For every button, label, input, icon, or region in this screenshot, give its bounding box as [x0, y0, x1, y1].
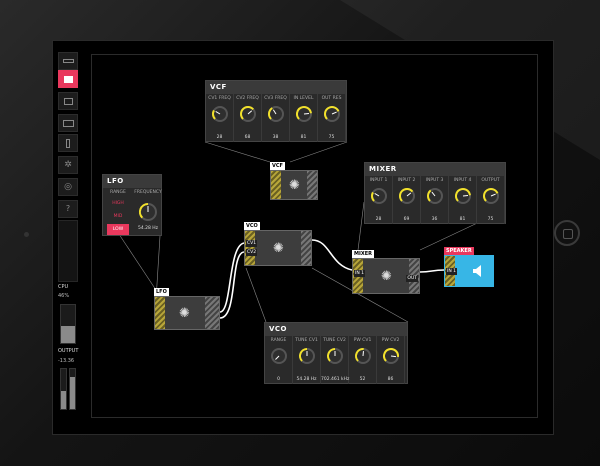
- lfo-frequency-knob[interactable]: [138, 202, 158, 222]
- lfo-node-tag: LFO: [154, 288, 169, 296]
- mixer-param-value: 75: [487, 217, 494, 222]
- vco-knob[interactable]: [298, 347, 316, 365]
- mixer-param-label: INPUT 2: [397, 178, 416, 183]
- vcf-node[interactable]: ✺: [270, 170, 318, 200]
- vco-param-label: TUNE CV1: [295, 338, 318, 343]
- vcf-knob[interactable]: [295, 105, 313, 123]
- vcf-param-value: 81: [300, 135, 307, 140]
- vcf-param-value: 38: [272, 135, 279, 140]
- vco-port-cv1[interactable]: CV1: [246, 240, 258, 247]
- vco-param-value: 54.28 Hz: [296, 377, 317, 382]
- vco-param-value: 702.461 kHz: [321, 377, 350, 382]
- mixer-title: MIXER: [365, 163, 505, 176]
- vcf-param-label: CV2 FREQ: [236, 96, 259, 101]
- mixer-param-label: INPUT 3: [425, 178, 444, 183]
- vco-param-label: PW CV1: [353, 338, 372, 343]
- vco-param-label: RANGE: [270, 338, 287, 343]
- speaker-port-in1[interactable]: IN 1: [446, 268, 457, 275]
- mixer-param-label: INPUT 4: [453, 178, 472, 183]
- lfo-panel: LFO RANGE FREQUENCY HIGH MID LOW 54.28 H…: [102, 174, 162, 236]
- lfo-node[interactable]: ✺: [154, 296, 220, 330]
- vcf-panel: VCF CV1 FREQ 28 CV2 FREQ 68 CV3 FREQ 38 IN LEV…: [205, 80, 347, 142]
- mixer-knob[interactable]: [454, 187, 472, 205]
- vco-param-3: PW CV1 52: [349, 336, 377, 384]
- vco-node-tag: VCO: [244, 222, 260, 230]
- mixer-node[interactable]: ✺ IN 1 OUT: [352, 258, 420, 294]
- vcf-node-tag: VCF: [270, 162, 285, 170]
- speaker-icon: [473, 265, 481, 277]
- vcf-param-1: CV2 FREQ 68: [234, 94, 262, 142]
- vco-title: VCO: [265, 323, 407, 336]
- vcf-param-value: 28: [216, 135, 223, 140]
- vcf-knob[interactable]: [267, 105, 285, 123]
- vcf-knob[interactable]: [239, 105, 257, 123]
- vcf-param-3: IN LEVEL 81: [290, 94, 318, 142]
- mixer-param-1: INPUT 2 69: [393, 176, 421, 224]
- speaker-tag: SPEAKER: [444, 247, 474, 255]
- vco-param-value: 0: [277, 377, 280, 382]
- mixer-node-tag: MIXER: [352, 250, 374, 258]
- mixer-port-in1[interactable]: IN 1: [354, 270, 365, 277]
- vcf-knob[interactable]: [323, 105, 341, 123]
- vco-param-label: PW CV2: [381, 338, 400, 343]
- mixer-param-label: OUTPUT: [481, 178, 500, 183]
- vcf-param-label: OUT RES: [321, 96, 342, 101]
- vcf-param-value: 68: [244, 135, 251, 140]
- mixer-param-label: INPUT 1: [369, 178, 388, 183]
- lfo-frequency-value: 54.28 Hz: [137, 226, 159, 231]
- lfo-gear-icon[interactable]: ✺: [179, 307, 190, 320]
- vcf-param-label: CV1 FREQ: [208, 96, 231, 101]
- vcf-gear-icon[interactable]: ✺: [289, 179, 300, 192]
- vco-knob[interactable]: [326, 347, 344, 365]
- vco-param-1: TUNE CV1 54.28 Hz: [293, 336, 321, 384]
- vco-gear-icon[interactable]: ✺: [273, 242, 284, 255]
- vco-param-value: 86: [387, 377, 394, 382]
- vcf-param-0: CV1 FREQ 28: [206, 94, 234, 142]
- vcf-param-2: CV3 FREQ 38: [262, 94, 290, 142]
- vco-panel: VCO RANGE 0 TUNE CV1 54.28 Hz TUNE CV2 702.46…: [264, 322, 408, 384]
- vcf-param-label: CV3 FREQ: [264, 96, 287, 101]
- vcf-knob[interactable]: [211, 105, 229, 123]
- mixer-param-2: INPUT 3 36: [421, 176, 449, 224]
- vco-param-value: 52: [359, 377, 366, 382]
- tablet-frame: ✲ ◎ ? CPU 46% OUTPUT -13.36 VCF CV1 FREQ…: [0, 0, 600, 466]
- mixer-param-value: 28: [375, 217, 382, 222]
- mixer-knob[interactable]: [426, 187, 444, 205]
- lfo-range-low[interactable]: LOW: [107, 224, 129, 235]
- vco-param-label: TUNE CV2: [323, 338, 346, 343]
- mixer-port-out[interactable]: OUT: [406, 275, 418, 282]
- mixer-knob[interactable]: [370, 187, 388, 205]
- lfo-title: LFO: [103, 175, 161, 188]
- mixer-param-value: 36: [431, 217, 438, 222]
- vco-port-cv2[interactable]: CV2: [246, 249, 258, 256]
- mixer-panel: MIXER INPUT 1 28 INPUT 2 69 INPUT 3 36 INPUT 4…: [364, 162, 506, 224]
- vcf-title: VCF: [206, 81, 346, 94]
- vco-param-2: TUNE CV2 702.461 kHz: [321, 336, 349, 384]
- vco-param-4: PW CV2 86: [377, 336, 405, 384]
- mixer-knob[interactable]: [398, 187, 416, 205]
- vco-param-0: RANGE 0: [265, 336, 293, 384]
- vco-node[interactable]: ✺ CV1 CV2: [244, 230, 312, 266]
- lfo-range-high[interactable]: HIGH: [107, 198, 129, 209]
- vcf-param-4: OUT RES 75: [318, 94, 346, 142]
- mixer-param-value: 81: [459, 217, 466, 222]
- lfo-frequency-label: FREQUENCY: [134, 190, 162, 195]
- vcf-param-label: IN LEVEL: [293, 96, 314, 101]
- mixer-knob[interactable]: [482, 187, 500, 205]
- mixer-param-3: INPUT 4 81: [449, 176, 477, 224]
- mixer-param-value: 69: [403, 217, 410, 222]
- speaker-node[interactable]: IN 1: [444, 255, 494, 287]
- vco-knob[interactable]: [354, 347, 372, 365]
- lfo-range-label: RANGE: [110, 190, 126, 195]
- mixer-param-4: OUTPUT 75: [477, 176, 505, 224]
- vco-knob[interactable]: [270, 347, 288, 365]
- mixer-param-0: INPUT 1 28: [365, 176, 393, 224]
- lfo-range-mid[interactable]: MID: [107, 211, 129, 222]
- vco-knob[interactable]: [382, 347, 400, 365]
- vcf-param-value: 75: [328, 135, 335, 140]
- mixer-gear-icon[interactable]: ✺: [381, 270, 392, 283]
